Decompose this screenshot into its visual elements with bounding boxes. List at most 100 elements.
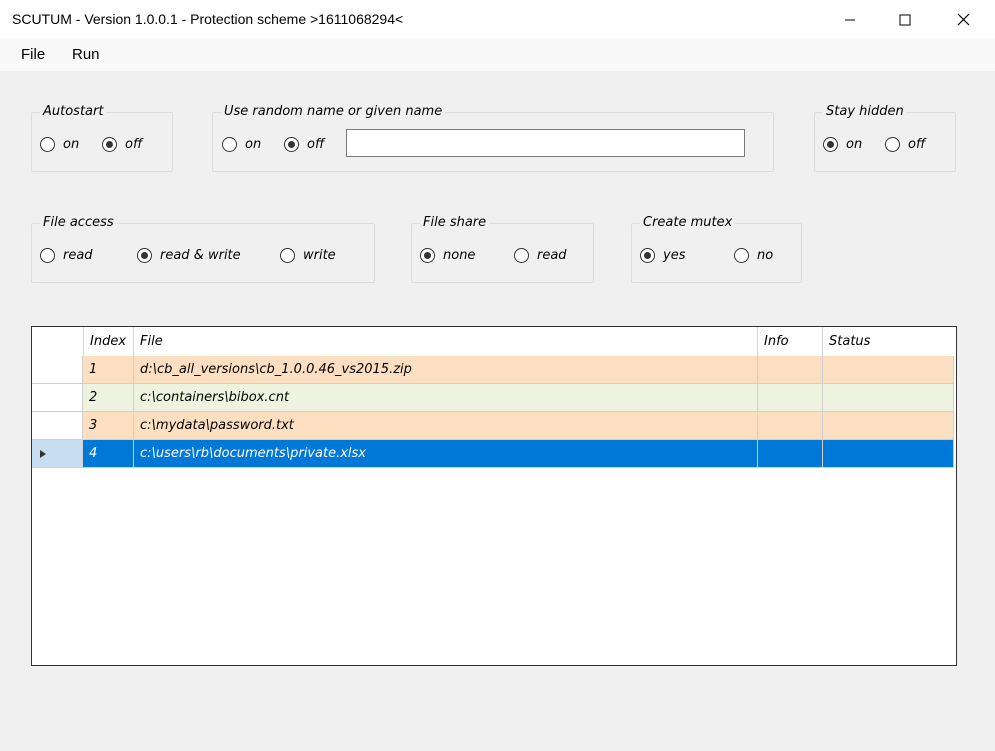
table-row[interactable]: 1 d:\cb_all_versions\cb_1.0.0.46_vs2015.… xyxy=(32,356,954,384)
random-name-group: Use random name or given name on off xyxy=(212,104,774,172)
radio-circle xyxy=(222,137,237,152)
random-name-legend: Use random name or given name xyxy=(221,104,446,119)
row-header[interactable] xyxy=(32,440,83,468)
row-header[interactable] xyxy=(32,356,83,384)
radio-circle xyxy=(823,137,838,152)
create-mutex-yes-radio[interactable]: yes xyxy=(640,248,685,263)
file-access-group: File access read read & write write xyxy=(31,215,375,283)
file-share-none-radio[interactable]: none xyxy=(420,248,475,263)
radio-dot xyxy=(141,252,148,259)
maximize-icon xyxy=(899,14,911,25)
file-access-readwrite-label: read & write xyxy=(160,248,241,263)
column-header-status[interactable]: Status xyxy=(823,327,954,356)
row-header[interactable] xyxy=(32,384,83,412)
file-access-write-label: write xyxy=(303,248,336,263)
radio-dot xyxy=(288,141,295,148)
file-access-legend: File access xyxy=(40,215,117,230)
file-access-read-label: read xyxy=(63,248,93,263)
cell-info xyxy=(758,440,823,468)
cell-info xyxy=(758,412,823,440)
create-mutex-no-label: no xyxy=(757,248,774,263)
table-row-selected[interactable]: 4 c:\users\rb\documents\private.xlsx xyxy=(32,440,954,468)
autostart-legend: Autostart xyxy=(40,104,107,119)
cell-file: c:\containers\bibox.cnt xyxy=(134,384,758,412)
column-header-file[interactable]: File xyxy=(134,327,758,356)
title-bar: SCUTUM - Version 1.0.0.1 - Protection sc… xyxy=(0,0,995,39)
window-title: SCUTUM - Version 1.0.0.1 - Protection sc… xyxy=(12,11,404,27)
radio-circle xyxy=(885,137,900,152)
file-access-read-radio[interactable]: read xyxy=(40,248,93,263)
cell-status xyxy=(823,356,954,384)
cell-file: d:\cb_all_versions\cb_1.0.0.46_vs2015.zi… xyxy=(134,356,758,384)
cell-index: 2 xyxy=(83,384,134,412)
file-share-none-label: none xyxy=(443,248,476,263)
cell-file: c:\users\rb\documents\private.xlsx xyxy=(134,440,758,468)
create-mutex-yes-label: yes xyxy=(663,248,686,263)
stay-hidden-off-label: off xyxy=(908,137,926,152)
radio-dot xyxy=(106,141,113,148)
grid-header: Index File Info Status xyxy=(32,327,956,356)
cell-info xyxy=(758,384,823,412)
radio-dot xyxy=(827,141,834,148)
given-name-input[interactable] xyxy=(346,129,745,157)
radio-circle xyxy=(280,248,295,263)
file-share-legend: File share xyxy=(420,215,490,230)
menu-run[interactable]: Run xyxy=(72,46,100,63)
minimize-icon xyxy=(845,19,855,20)
maximize-button[interactable] xyxy=(876,0,934,39)
random-name-off-label: off xyxy=(307,137,325,152)
autostart-on-radio[interactable]: on xyxy=(40,137,79,152)
cell-info xyxy=(758,356,823,384)
stay-hidden-on-label: on xyxy=(846,137,863,152)
menu-file[interactable]: File xyxy=(21,46,45,63)
cell-status xyxy=(823,384,954,412)
radio-circle xyxy=(137,248,152,263)
create-mutex-legend: Create mutex xyxy=(640,215,736,230)
close-icon xyxy=(957,13,969,26)
file-access-write-radio[interactable]: write xyxy=(280,248,336,263)
radio-dot xyxy=(644,252,651,259)
radio-circle xyxy=(420,248,435,263)
column-header-info[interactable]: Info xyxy=(758,327,823,356)
file-share-read-radio[interactable]: read xyxy=(514,248,567,263)
stay-hidden-on-radio[interactable]: on xyxy=(823,137,862,152)
create-mutex-group: Create mutex yes no xyxy=(631,215,802,283)
autostart-group: Autostart on off xyxy=(31,104,173,172)
cell-index: 4 xyxy=(83,440,134,468)
radio-circle xyxy=(40,137,55,152)
create-mutex-no-radio[interactable]: no xyxy=(734,248,773,263)
close-button[interactable] xyxy=(934,0,992,39)
radio-circle xyxy=(640,248,655,263)
autostart-on-label: on xyxy=(63,137,80,152)
file-grid[interactable]: Index File Info Status 1 d:\cb_all_versi… xyxy=(31,326,957,666)
autostart-off-label: off xyxy=(125,137,143,152)
cell-index: 1 xyxy=(83,356,134,384)
minimize-button[interactable] xyxy=(821,0,879,39)
file-access-readwrite-radio[interactable]: read & write xyxy=(137,248,241,263)
radio-circle xyxy=(734,248,749,263)
cell-file: c:\mydata\password.txt xyxy=(134,412,758,440)
table-row[interactable]: 2 c:\containers\bibox.cnt xyxy=(32,384,954,412)
stay-hidden-group: Stay hidden on off xyxy=(814,104,956,172)
random-name-off-radio[interactable]: off xyxy=(284,137,324,152)
column-header-index[interactable]: Index xyxy=(84,327,134,356)
file-share-read-label: read xyxy=(537,248,567,263)
current-row-arrow-icon xyxy=(40,450,46,458)
autostart-off-radio[interactable]: off xyxy=(102,137,142,152)
grid-corner-header xyxy=(32,327,84,356)
cell-status xyxy=(823,412,954,440)
radio-circle xyxy=(514,248,529,263)
file-share-group: File share none read xyxy=(411,215,594,283)
random-name-on-label: on xyxy=(245,137,262,152)
stay-hidden-off-radio[interactable]: off xyxy=(885,137,925,152)
radio-circle xyxy=(284,137,299,152)
random-name-on-radio[interactable]: on xyxy=(222,137,261,152)
row-header[interactable] xyxy=(32,412,83,440)
radio-dot xyxy=(424,252,431,259)
cell-index: 3 xyxy=(83,412,134,440)
menu-bar: File Run xyxy=(0,39,995,71)
cell-status xyxy=(823,440,954,468)
radio-circle xyxy=(102,137,117,152)
radio-circle xyxy=(40,248,55,263)
table-row[interactable]: 3 c:\mydata\password.txt xyxy=(32,412,954,440)
